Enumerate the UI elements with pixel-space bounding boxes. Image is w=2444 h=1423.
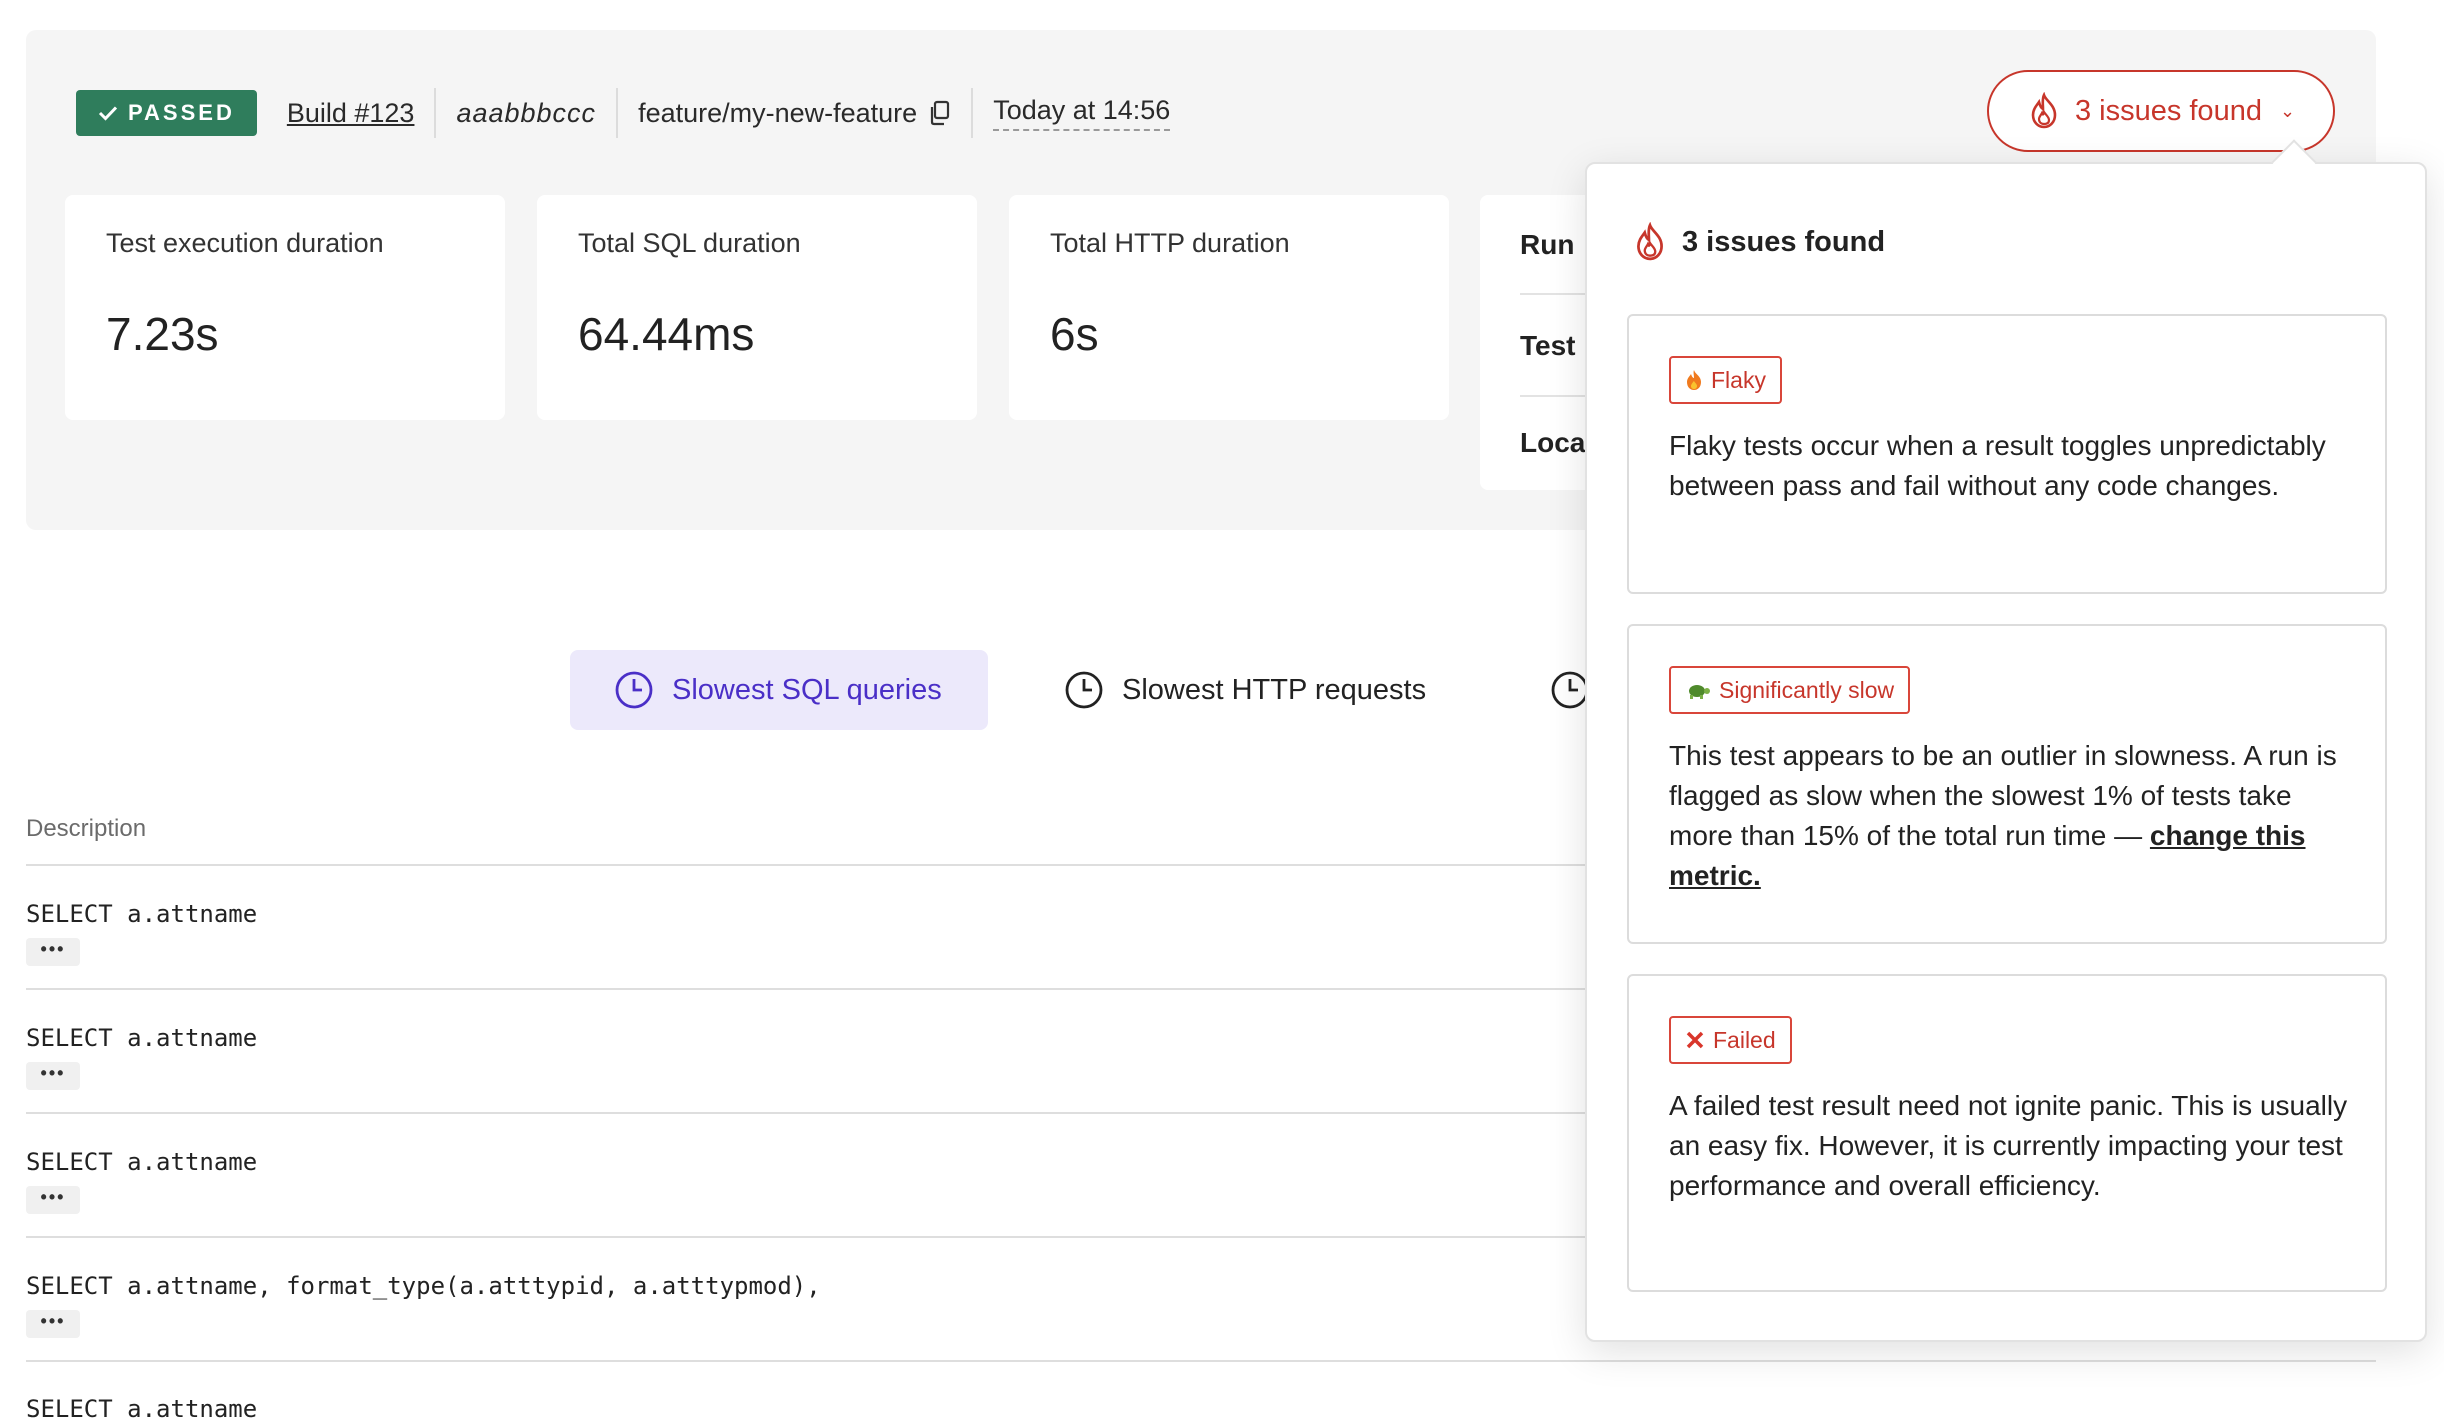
table-divider	[26, 1360, 2376, 1362]
expand-button[interactable]: •••	[26, 1062, 80, 1090]
stat-label: Test execution duration	[106, 228, 384, 258]
close-icon	[1686, 1031, 1704, 1049]
timestamp-label: Today at 14:56	[993, 95, 1171, 131]
table-row[interactable]: SELECT a.attname, format_type(a.atttypid…	[26, 1272, 821, 1300]
issue-tag-label: Flaky	[1711, 366, 1766, 393]
stat-card-http-duration: Total HTTP duration 6s	[1009, 195, 1449, 420]
clock-icon	[1065, 671, 1103, 709]
issue-tag-flaky: Flaky	[1669, 356, 1782, 404]
expand-button[interactable]: •••	[26, 1186, 80, 1214]
divider	[971, 88, 974, 138]
expand-button[interactable]: •••	[26, 938, 80, 966]
stat-card-sql-duration: Total SQL duration 64.44ms	[537, 195, 977, 420]
issues-popover: 3 issues found Flaky Flaky tests occur w…	[1585, 162, 2427, 1342]
info-row-run: Run	[1520, 229, 1575, 260]
tab-third[interactable]	[1550, 650, 1590, 730]
clock-icon	[615, 671, 653, 709]
tab-slowest-sql[interactable]: Slowest SQL queries	[570, 650, 988, 730]
tab-slowest-http[interactable]: Slowest HTTP requests	[1064, 650, 1426, 730]
issue-tag-label: Failed	[1713, 1026, 1776, 1053]
stat-label: Total SQL duration	[578, 228, 801, 258]
issue-card-failed: Failed A failed test result need not ign…	[1627, 974, 2387, 1292]
timestamp[interactable]: Today at 14:56	[993, 88, 1171, 138]
issues-button-label: 3 issues found	[2074, 94, 2262, 127]
issue-description: Flaky tests occur when a result toggles …	[1669, 430, 2326, 501]
copy-icon[interactable]	[929, 100, 951, 126]
tab-label: Slowest HTTP requests	[1122, 673, 1427, 706]
stat-label: Total HTTP duration	[1050, 228, 1290, 258]
issues-found-button[interactable]: 3 issues found ⌄	[1987, 70, 2335, 152]
table-row[interactable]: SELECT a.attname	[26, 1148, 257, 1176]
passed-badge: PASSED	[76, 90, 257, 136]
stat-card-test-duration: Test execution duration 7.23s	[65, 195, 505, 420]
build-link[interactable]: Build #123	[287, 88, 415, 138]
table-row[interactable]: SELECT a.attname	[26, 900, 257, 928]
issue-tag-label: Significantly slow	[1719, 676, 1895, 703]
info-row-location: Loca	[1520, 427, 1586, 458]
table-row[interactable]: SELECT a.attname	[26, 1024, 257, 1052]
turtle-icon	[1689, 685, 1710, 699]
commit-sha: aaabbbccc	[456, 97, 597, 128]
issue-description: A failed test result need not ignite pan…	[1669, 1090, 2348, 1201]
check-icon	[98, 106, 118, 121]
tab-label: Slowest SQL queries	[672, 673, 942, 706]
stat-value: 64.44ms	[578, 308, 755, 360]
stat-value: 6s	[1050, 308, 1099, 360]
info-row-test: Test	[1520, 330, 1576, 361]
divider	[616, 88, 619, 138]
issue-card-slow: Significantly slow This test appears to …	[1627, 624, 2387, 944]
branch-name: feature/my-new-feature	[638, 88, 951, 138]
stat-value: 7.23s	[106, 308, 219, 360]
branch-label: feature/my-new-feature	[638, 97, 918, 128]
fire-icon	[1687, 370, 1701, 390]
flame-icon	[1637, 222, 1663, 261]
popover-title-text: 3 issues found	[1682, 225, 1886, 258]
status-text: PASSED	[128, 100, 235, 125]
build-meta-row: PASSED Build #123 aaabbbccc feature/my-n…	[76, 88, 1171, 138]
issue-description: This test appears to be an outlier in sl…	[1669, 736, 2359, 896]
issue-card-flaky: Flaky Flaky tests occur when a result to…	[1627, 314, 2387, 594]
divider	[434, 88, 437, 138]
column-header-description: Description	[26, 815, 147, 842]
issue-tag-failed: Failed	[1669, 1016, 1792, 1064]
clock-icon	[1551, 671, 1589, 709]
popover-title: 3 issues found	[1632, 222, 1885, 262]
expand-button[interactable]: •••	[26, 1310, 80, 1338]
chevron-down-icon: ⌄	[2279, 100, 2296, 121]
flame-icon	[2031, 92, 2057, 129]
issue-tag-slow: Significantly slow	[1669, 666, 1911, 714]
table-row[interactable]: SELECT a.attname	[26, 1395, 257, 1423]
